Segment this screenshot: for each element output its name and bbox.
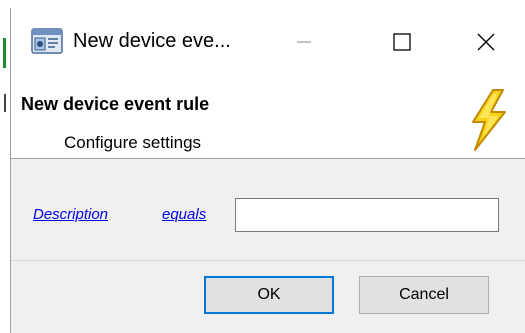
- footer-divider: [11, 260, 525, 261]
- background-green-stripe: [3, 38, 6, 68]
- header-subtitle: Configure settings: [64, 133, 202, 152]
- background-tick: [4, 94, 6, 112]
- rule-condition-row: Description equals: [11, 198, 525, 232]
- wizard-header: New device event rule Configure settings: [11, 70, 525, 159]
- lightning-bolt-icon: [463, 88, 513, 152]
- maximize-icon[interactable]: [377, 22, 427, 62]
- ok-button[interactable]: OK: [204, 276, 334, 314]
- equals-operator-link[interactable]: equals: [162, 206, 206, 223]
- window-title: New device eve...: [73, 30, 231, 52]
- new-device-event-rule-dialog: New device eve... New device event rule …: [10, 8, 525, 333]
- background-window-top: [10, 0, 525, 8]
- minimize-icon[interactable]: [279, 22, 329, 62]
- background-window-edge: [0, 0, 10, 333]
- header-title: New device event rule: [21, 94, 210, 114]
- close-icon[interactable]: [461, 22, 511, 62]
- cancel-button[interactable]: Cancel: [359, 276, 489, 314]
- device-event-app-icon: [31, 28, 63, 56]
- description-value-input[interactable]: [235, 198, 499, 232]
- description-field-link[interactable]: Description: [33, 206, 108, 223]
- title-bar[interactable]: New device eve...: [11, 8, 525, 70]
